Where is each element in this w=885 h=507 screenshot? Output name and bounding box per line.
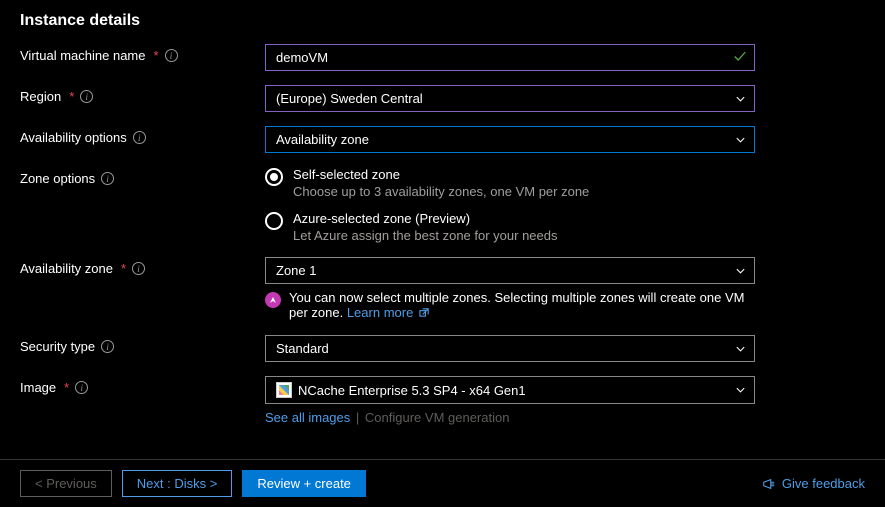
region-value: (Europe) Sweden Central <box>276 91 423 106</box>
info-icon[interactable]: i <box>132 262 145 275</box>
security-type-value: Standard <box>276 341 329 356</box>
radio-self-selected-zone[interactable]: Self-selected zone Choose up to 3 availa… <box>265 167 755 199</box>
required-asterisk: * <box>69 89 74 104</box>
required-asterisk: * <box>154 48 159 63</box>
required-asterisk: * <box>121 261 126 276</box>
see-all-images-link[interactable]: See all images <box>265 410 350 425</box>
info-icon[interactable]: i <box>101 172 114 185</box>
label-availability-options: Availability options <box>20 130 127 145</box>
previous-button: < Previous <box>20 470 112 497</box>
separator: | <box>356 410 359 425</box>
security-type-select[interactable]: Standard <box>265 335 755 362</box>
info-icon[interactable]: i <box>165 49 178 62</box>
rocket-icon <box>265 292 281 308</box>
vm-name-input[interactable] <box>265 44 755 71</box>
availability-zone-value: Zone 1 <box>276 263 316 278</box>
info-icon[interactable]: i <box>80 90 93 103</box>
radio-button-icon <box>265 212 283 230</box>
megaphone-icon <box>762 477 776 491</box>
checkmark-icon <box>733 49 747 66</box>
info-icon[interactable]: i <box>133 131 146 144</box>
footer-bar: < Previous Next : Disks > Review + creat… <box>0 459 885 507</box>
label-image: Image <box>20 380 56 395</box>
review-create-button[interactable]: Review + create <box>242 470 366 497</box>
configure-vm-generation-link: Configure VM generation <box>365 410 510 425</box>
chevron-down-icon <box>735 93 746 104</box>
region-select[interactable]: (Europe) Sweden Central <box>265 85 755 112</box>
learn-more-link[interactable]: Learn more <box>347 305 430 320</box>
image-select[interactable]: NCache Enterprise 5.3 SP4 - x64 Gen1 <box>265 376 755 404</box>
zone-banner-text: You can now select multiple zones. Selec… <box>289 290 755 321</box>
info-icon[interactable]: i <box>101 340 114 353</box>
next-disks-button[interactable]: Next : Disks > <box>122 470 233 497</box>
label-zone-options: Zone options <box>20 171 95 186</box>
chevron-down-icon <box>735 343 746 354</box>
chevron-down-icon <box>735 265 746 276</box>
give-feedback-link[interactable]: Give feedback <box>762 476 865 491</box>
radio-azure-title: Azure-selected zone (Preview) <box>293 211 558 226</box>
radio-azure-desc: Let Azure assign the best zone for your … <box>293 228 558 243</box>
section-title: Instance details <box>20 12 865 30</box>
label-security-type: Security type <box>20 339 95 354</box>
label-vm-name: Virtual machine name <box>20 48 146 63</box>
external-link-icon <box>419 306 430 321</box>
availability-options-select[interactable]: Availability zone <box>265 126 755 153</box>
label-availability-zone: Availability zone <box>20 261 113 276</box>
radio-azure-selected-zone[interactable]: Azure-selected zone (Preview) Let Azure … <box>265 211 755 243</box>
image-value: NCache Enterprise 5.3 SP4 - x64 Gen1 <box>298 383 526 398</box>
chevron-down-icon <box>735 134 746 145</box>
chevron-down-icon <box>735 385 746 396</box>
radio-self-desc: Choose up to 3 availability zones, one V… <box>293 184 589 199</box>
marketplace-image-icon <box>276 382 292 398</box>
label-region: Region <box>20 89 61 104</box>
required-asterisk: * <box>64 380 69 395</box>
availability-zone-select[interactable]: Zone 1 <box>265 257 755 284</box>
info-icon[interactable]: i <box>75 381 88 394</box>
availability-options-value: Availability zone <box>276 132 369 147</box>
radio-button-icon <box>265 168 283 186</box>
radio-self-title: Self-selected zone <box>293 167 589 182</box>
